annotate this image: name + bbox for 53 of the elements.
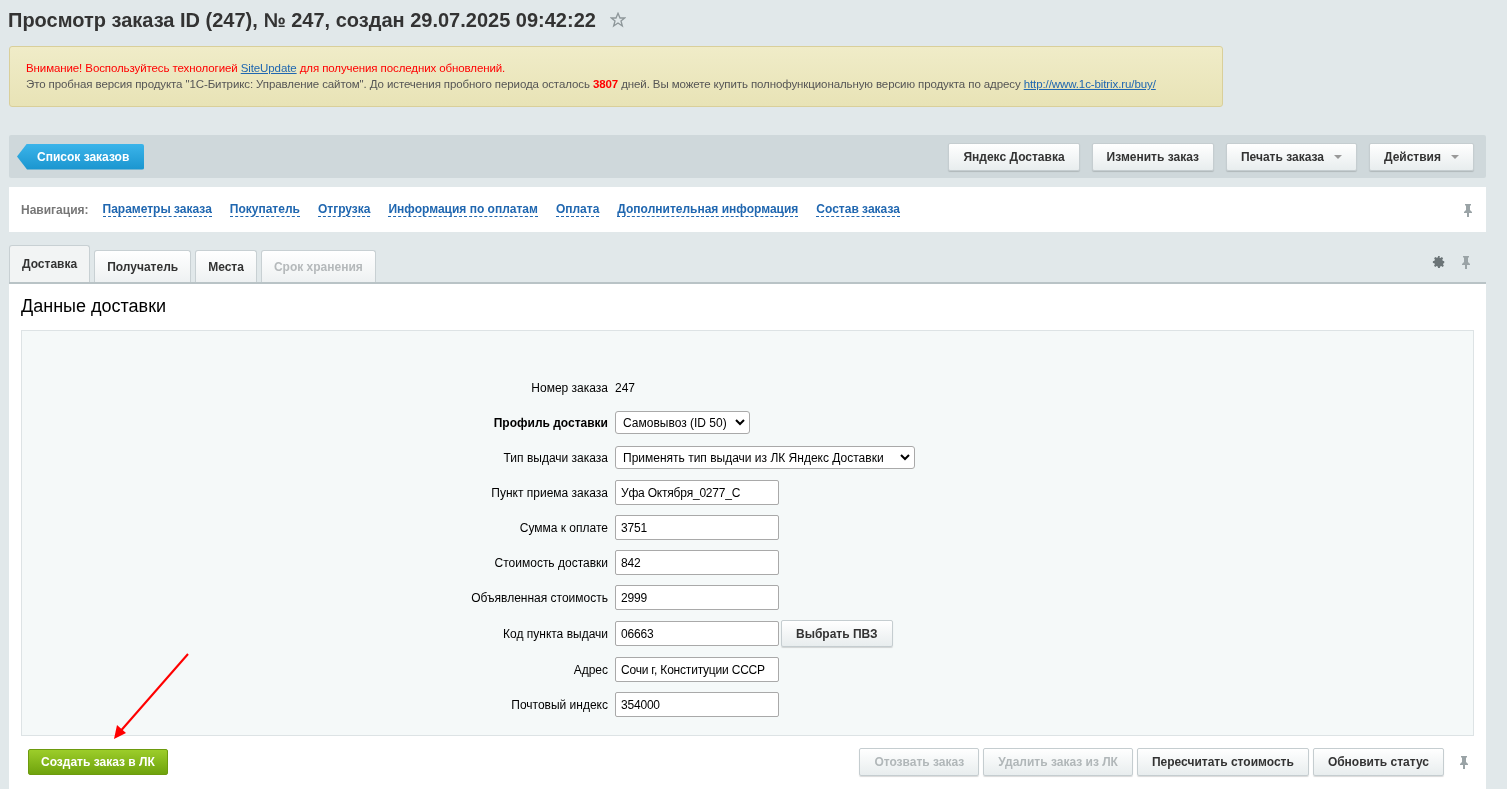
input-field[interactable]: 2999 — [615, 585, 779, 610]
navigation-link[interactable]: Параметры заказа — [102, 202, 212, 217]
input-field[interactable]: Уфа Октября_0277_С — [615, 480, 779, 505]
star-icon[interactable] — [609, 12, 626, 28]
field-label: Тип выдачи заказа — [502, 450, 608, 465]
navigation-link[interactable]: Состав заказа — [816, 202, 900, 217]
section-title: Данные доставки — [21, 296, 168, 318]
action-button[interactable]: Пересчитать стоимость — [1136, 748, 1309, 776]
input-field[interactable]: Сочи г, Конституции СССР — [615, 657, 779, 682]
field-label: Код пункта выдачи — [502, 626, 608, 641]
settings-icon[interactable] — [1432, 255, 1446, 269]
trial-message: Это пробная версия продукта "1С-Битрикс: Управление сайтом". До истечения пробного периода осталось 3807 дней. Вы можете купить полнофункциональную версию продукта по адресу http://www.1c-bitrix.ru/buy/ — [26, 77, 1157, 92]
field-label: Профиль доставки — [492, 415, 608, 430]
toolbar-button[interactable]: Печать заказа — [1225, 142, 1357, 171]
pin-icon[interactable] — [1458, 755, 1470, 769]
navigation-link[interactable]: Отгрузка — [317, 202, 371, 217]
field-label: Объявленная стоимость — [470, 590, 608, 605]
toolbar-button[interactable]: Яндекс Доставка — [948, 142, 1080, 171]
siteupdate-link[interactable]: SiteUpdate — [240, 62, 297, 74]
navigation-label: Навигация: — [21, 202, 89, 217]
select-field[interactable]: Применять тип выдачи из ЛК Яндекс Доставки — [615, 446, 915, 469]
action-button[interactable]: Обновить статус — [1312, 748, 1444, 776]
input-field[interactable]: 842 — [615, 550, 779, 575]
field-label: Номер заказа — [530, 380, 608, 395]
chevron-icon — [734, 419, 745, 426]
order-number: 247 — [615, 380, 636, 395]
navigation-link[interactable]: Дополнительная информация — [617, 202, 799, 217]
tab[interactable]: Получатель — [94, 250, 192, 282]
field-label: Пункт приема заказа — [490, 485, 608, 500]
tab[interactable]: Доставка — [9, 245, 91, 282]
toolbar-button[interactable]: Изменить заказ — [1091, 142, 1214, 171]
chevron-icon — [900, 454, 910, 461]
buy-link[interactable]: http://www.1c-bitrix.ru/buy/ — [1023, 78, 1156, 90]
update-warning: Внимание! Воспользуйтесь технологией SiteUpdate для получения последних обновлений. — [26, 61, 507, 76]
toolbar-button[interactable]: Действия — [1368, 142, 1474, 171]
navigation-link[interactable]: Покупатель — [229, 202, 300, 217]
field-label: Почтовый индекс — [510, 697, 608, 712]
field-label: Адрес — [572, 662, 608, 677]
pin-icon[interactable] — [1462, 202, 1474, 217]
pin-icon[interactable] — [1460, 255, 1472, 269]
navigation-link[interactable]: Информация по оплатам — [388, 202, 538, 217]
input-field[interactable]: 3751 — [615, 515, 779, 540]
input-field[interactable]: 06663 — [615, 621, 779, 646]
caret-icon — [1451, 154, 1459, 159]
field-label: Стоимость доставки — [493, 555, 608, 570]
caret-icon — [1333, 154, 1342, 159]
tab[interactable]: Места — [195, 250, 257, 282]
select-field[interactable]: Самовывоз (ID 50) — [615, 411, 750, 434]
page-title: Просмотр заказа ID (247), № 247, создан 29.07.2025 09:42:22 — [8, 8, 596, 32]
input-field[interactable]: 354000 — [615, 692, 779, 717]
pick-point-button[interactable]: Выбрать ПВЗ — [781, 620, 893, 647]
navigation-link[interactable]: Оплата — [555, 202, 600, 217]
field-label: Сумма к оплате — [518, 520, 608, 535]
